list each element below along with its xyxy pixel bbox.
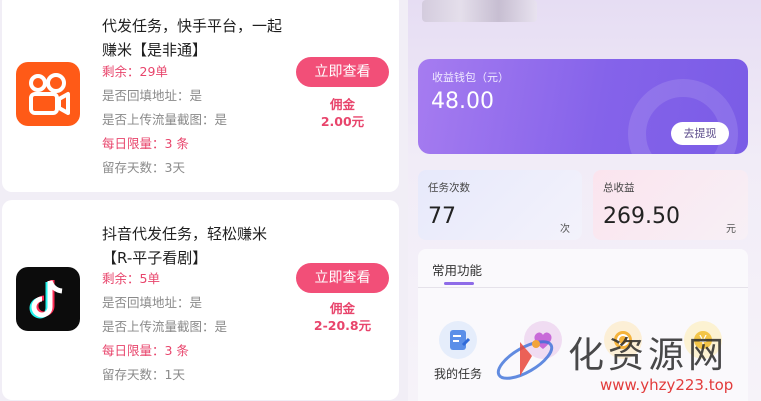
watermark: 化资源网 www.yhzy223.top (490, 322, 761, 401)
commission-value: 2-20.8元 (313, 318, 372, 333)
remaining-count: 剩余：29单 (102, 64, 168, 79)
divider (418, 287, 748, 288)
task-count-value: 77 (428, 204, 456, 229)
task-count-label: 任务次数 (428, 182, 470, 194)
income-wallet-card: 收益钱包（元） 48.00 去提现 (418, 59, 748, 154)
watermark-text: 化资源网 (568, 335, 729, 376)
task-info: 剩余：5单 是否回填地址：是 是否上传流量截图：是 每日限量：3 条 留存天数：… (102, 267, 227, 387)
task-card[interactable]: 抖音代发任务，轻松赚米【R-平子看剧】 剩余：5单 是否回填地址：是 是否上传流… (2, 200, 399, 400)
task-title: 抖音代发任务，轻松赚米【R-平子看剧】 (102, 225, 268, 267)
total-income-unit: 元 (726, 224, 736, 235)
total-income-value: 269.50 (603, 204, 680, 229)
task-count-card: 任务次数 77 次 (418, 170, 582, 240)
tab-indicator (444, 282, 474, 285)
upload-screenshot: 是否上传流量截图：是 (102, 319, 228, 334)
retain-days: 留存天数：1天 (102, 367, 185, 382)
task-count-unit: 次 (560, 224, 570, 235)
daily-limit: 每日限量：3 条 (102, 136, 189, 151)
commission-label: 佣金 (329, 97, 355, 112)
task-card[interactable]: 代发任务，快手平台，一起赚米【是非通】 剩余：29单 是否回填地址：是 是否上传… (2, 0, 399, 192)
my-tasks-label: 我的任务 (433, 367, 482, 381)
my-tasks-button[interactable]: 我的任务 (428, 321, 488, 382)
douyin-icon (16, 267, 80, 331)
kuaishou-icon (16, 62, 80, 126)
edit-icon (439, 321, 477, 359)
commission-value: 2.00元 (320, 114, 365, 129)
commission: 佣金 2-20.8元 (296, 300, 389, 334)
upload-screenshot: 是否上传流量截图：是 (102, 112, 228, 127)
daily-limit: 每日限量：3 条 (102, 343, 189, 358)
commission: 佣金 2.00元 (296, 96, 389, 130)
commission-label: 佣金 (329, 301, 355, 316)
functions-title: 常用功能 (432, 263, 483, 278)
avatar (422, 0, 537, 22)
wallet-label: 收益钱包（元） (432, 71, 509, 84)
task-title: 代发任务，快手平台，一起赚米【是非通】 (102, 17, 283, 59)
watermark-url: www.yhzy223.top (600, 376, 734, 394)
task-list: 代发任务，快手平台，一起赚米【是非通】 剩余：29单 是否回填地址：是 是否上传… (0, 0, 408, 401)
fill-address: 是否回填地址：是 (102, 88, 203, 103)
withdraw-button[interactable]: 去提现 (671, 122, 729, 145)
watermark-logo-icon (496, 340, 554, 380)
retain-days: 留存天数：3天 (102, 160, 185, 175)
task-info: 剩余：29单 是否回填地址：是 是否上传流量截图：是 每日限量：3 条 留存天数… (102, 60, 227, 180)
fill-address: 是否回填地址：是 (102, 295, 203, 310)
wallet-amount: 48.00 (431, 89, 494, 114)
view-now-button[interactable]: 立即查看 (296, 57, 389, 87)
total-income-label: 总收益 (603, 182, 635, 194)
total-income-card: 总收益 269.50 元 (593, 170, 748, 240)
remaining-count: 剩余：5单 (102, 271, 160, 286)
view-now-button[interactable]: 立即查看 (296, 263, 389, 293)
